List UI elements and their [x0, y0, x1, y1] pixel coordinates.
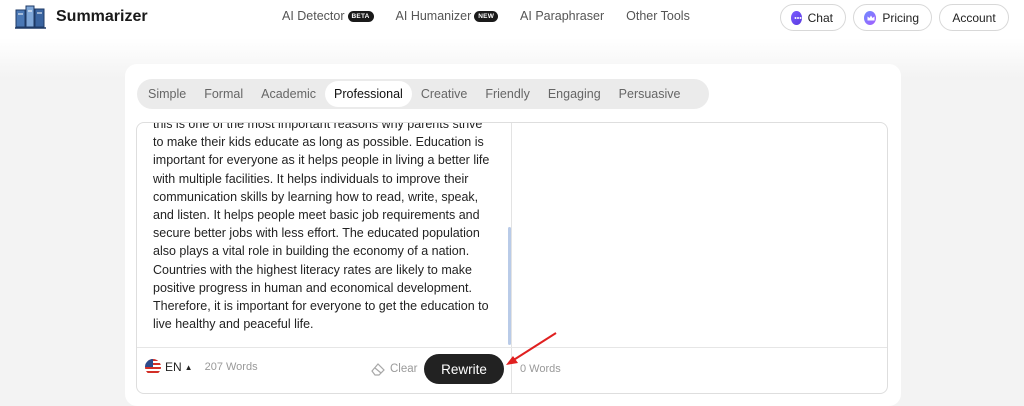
mode-persuasive[interactable]: Persuasive — [610, 81, 690, 107]
mode-professional[interactable]: Professional — [325, 81, 412, 107]
mode-engaging[interactable]: Engaging — [539, 81, 610, 107]
input-word-count: 207 Words — [204, 361, 258, 373]
input-scrollbar[interactable] — [508, 227, 511, 345]
nav-ai-detector-label: AI Detector — [282, 9, 345, 23]
pricing-label: Pricing — [882, 10, 919, 25]
mode-friendly[interactable]: Friendly — [476, 81, 538, 107]
app-logo[interactable]: Summarizer — [14, 4, 148, 30]
top-navigation-bar: Summarizer AI Detector BETA AI Humanizer… — [0, 0, 1024, 38]
clear-button[interactable]: Clear — [370, 361, 417, 377]
mode-academic[interactable]: Academic — [252, 81, 325, 107]
input-footer: EN ▲ 207 Words — [145, 359, 258, 375]
nav-ai-paraphraser[interactable]: AI Paraphraser — [520, 9, 604, 23]
input-pane: this is one of the most important reason… — [137, 123, 512, 393]
account-label: Account — [952, 10, 996, 25]
clear-label: Clear — [390, 363, 418, 375]
nav-ai-detector[interactable]: AI Detector BETA — [282, 9, 374, 23]
mode-simple[interactable]: Simple — [139, 81, 195, 107]
pricing-button[interactable]: Pricing — [853, 4, 932, 31]
chat-button[interactable]: Chat — [780, 4, 846, 31]
mode-creative[interactable]: Creative — [412, 81, 477, 107]
eraser-icon — [371, 363, 385, 376]
us-flag-icon — [145, 359, 161, 375]
nav-ai-paraphraser-label: AI Paraphraser — [520, 9, 605, 23]
mode-formal[interactable]: Formal — [195, 81, 252, 107]
main-nav: AI Detector BETA AI Humanizer NEW AI Par… — [282, 9, 712, 23]
account-button[interactable]: Account — [939, 4, 1009, 31]
crown-icon — [864, 10, 877, 25]
new-badge: NEW — [474, 10, 499, 22]
language-code: EN — [165, 360, 182, 374]
app-name: Summarizer — [56, 8, 148, 25]
beta-badge: BETA — [347, 10, 374, 22]
mode-selector: Simple Formal Academic Professional Crea… — [137, 79, 709, 109]
chat-bubble-icon — [791, 10, 802, 25]
nav-other-tools-label: Other Tools — [626, 9, 690, 23]
rewrite-button[interactable]: Rewrite — [424, 354, 504, 384]
nav-other-tools[interactable]: Other Tools — [626, 9, 690, 23]
language-selector[interactable]: EN ▲ — [145, 359, 193, 375]
input-text-area[interactable]: this is one of the most important reason… — [153, 123, 493, 339]
caret-up-icon: ▲ — [184, 362, 193, 372]
annotation-arrow-icon — [506, 332, 557, 365]
nav-ai-humanizer-label: AI Humanizer — [395, 9, 472, 23]
book-stack-icon — [15, 5, 46, 29]
nav-ai-humanizer[interactable]: AI Humanizer NEW — [396, 9, 499, 23]
chat-label: Chat — [807, 10, 833, 25]
